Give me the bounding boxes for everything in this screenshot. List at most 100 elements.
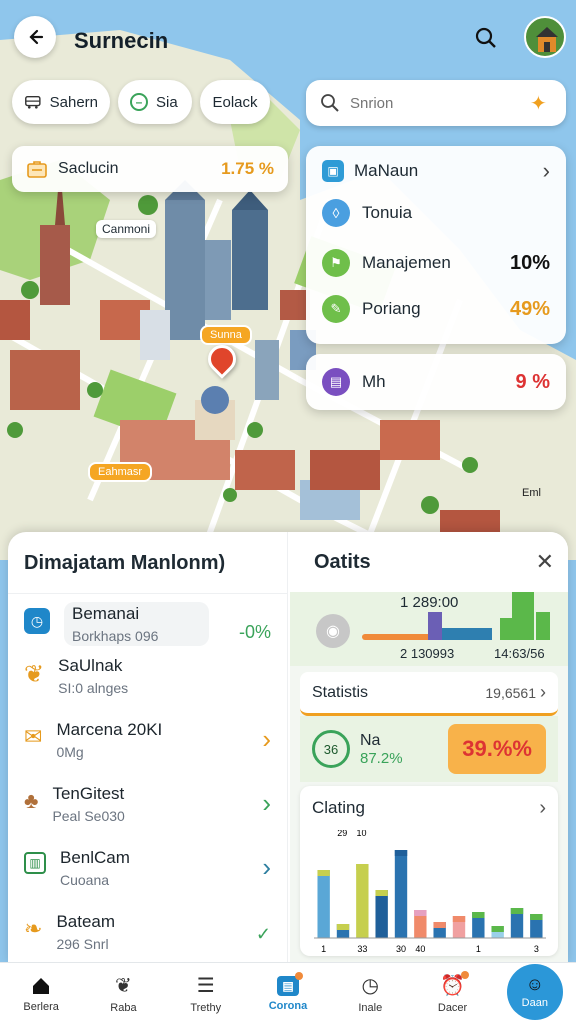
filter-chip-label: Sia	[156, 93, 178, 111]
notification-dot	[461, 971, 469, 979]
stats-panel: Oatits ✕ 1 289:00 ◉ 2 130993 14:63/56 St…	[290, 532, 568, 964]
filter-chip[interactable]: Sahern	[12, 80, 110, 124]
tree-icon: ♣	[24, 788, 39, 813]
close-icon[interactable]: ✕	[536, 549, 554, 575]
nav-item-inale[interactable]: ◷ Inale	[329, 963, 411, 1024]
bar-chart-card[interactable]: Clating › 29 10 1 33 30 40 1 3	[300, 786, 558, 956]
search-icon	[475, 27, 496, 48]
bus-icon	[25, 96, 41, 109]
mini-chart-bar	[500, 618, 512, 640]
chart-bar[interactable]	[356, 864, 369, 938]
legend-panel[interactable]: ▣ MaNaun › ◊ Tonuia ⚑ Manajemen 10% ✎ Po…	[306, 146, 566, 344]
map-corner-label: Eml	[522, 487, 541, 499]
nav-item-corona[interactable]: ▤ Corona	[247, 963, 329, 1024]
nav-item-raba[interactable]: ❦ Raba	[82, 963, 164, 1024]
legend-item[interactable]: ✎ Poriang 49%	[322, 286, 550, 332]
map-poi-label[interactable]: Eahmasr	[88, 462, 153, 482]
chart-bar[interactable]	[317, 870, 330, 938]
chart-bar[interactable]	[394, 850, 408, 938]
nav-label: Trethy	[190, 1002, 222, 1014]
chart-tick-label: 40	[415, 944, 425, 954]
clock-icon: ◷	[24, 608, 50, 634]
chart-bar-cap	[317, 870, 330, 876]
legend-item[interactable]: ◊ Tonuia	[322, 186, 550, 240]
nav-item-home[interactable]: Berlera	[0, 963, 82, 1024]
legend-item[interactable]: ⚑ Manajemen 10%	[322, 240, 550, 286]
page-title: Surnecin	[74, 28, 169, 53]
mini-chart-left-label: 2 130993	[400, 646, 455, 661]
filter-chip[interactable]: – Sia	[118, 80, 192, 124]
stat-card-label: Saclucin	[58, 160, 119, 177]
chevron-right-icon[interactable]: ›	[262, 852, 271, 883]
mini-chart-top-label: 1 289:00	[400, 594, 459, 611]
briefcase-icon	[27, 161, 47, 178]
list-item[interactable]: ♣ TenGitest Peal Se030 ›	[8, 784, 287, 848]
map-poi-label[interactable]: Canmoni	[96, 220, 157, 238]
chart-bar-cap	[356, 864, 369, 870]
stat-card[interactable]: Saclucin 1.75 %	[12, 146, 288, 192]
drop-icon: ◊	[322, 199, 350, 227]
flag-icon: ⚑	[322, 249, 350, 277]
leaf-icon: ❦	[115, 975, 132, 997]
chart-tick-label: 1	[321, 944, 326, 954]
search-field[interactable]: ✦	[306, 80, 566, 126]
bag-icon: ▤	[276, 971, 303, 996]
list-item[interactable]: ❦ SaUlnak SI:0 alnges	[8, 656, 287, 720]
na-value: 87.2%	[360, 749, 403, 767]
chart-bar-cap	[510, 908, 524, 914]
list-item[interactable]: ✉ Marcena 20KI 0Mg ›	[8, 720, 287, 784]
chart-small-label: 10	[357, 830, 367, 838]
filter-chip[interactable]: Eolack	[200, 80, 270, 124]
minus-circle-icon: –	[130, 93, 148, 111]
filter-chip-label: Eolack	[212, 93, 258, 111]
statistics-label: Statistis	[312, 683, 369, 701]
back-button[interactable]	[14, 16, 56, 58]
image-icon: ▤	[322, 368, 350, 396]
nav-label: Corona	[268, 999, 308, 1012]
list-icon: ☰	[196, 975, 215, 997]
bar-chart: 29 10 1 33 30 40 1 3	[314, 828, 546, 954]
stats-panel-title: Oatits	[314, 550, 371, 573]
chart-bar-cap	[433, 922, 446, 928]
avatar[interactable]	[524, 16, 566, 58]
chevron-right-icon[interactable]: ›	[540, 682, 546, 703]
na-row[interactable]: 36 Na 87.2% 39.%%	[300, 716, 558, 782]
mh-card[interactable]: ▤ Mh 9 %	[306, 354, 566, 410]
chevron-right-icon[interactable]: ›	[262, 788, 271, 819]
search-button[interactable]	[470, 22, 502, 54]
list-item-subtitle: Peal Se030	[52, 808, 125, 824]
chevron-right-icon[interactable]: ›	[262, 724, 271, 755]
nav-label: Berlera	[23, 1000, 59, 1013]
chart-bar-cap	[472, 912, 485, 918]
na-label: Na	[360, 731, 381, 749]
list-item[interactable]: ◷ Bemanai Borkhaps 096 -0%	[8, 594, 287, 656]
list-item-subtitle: SI:0 alnges	[58, 680, 129, 696]
nav-item-profile[interactable]: ☺ Daan	[494, 963, 576, 1024]
statistics-row[interactable]: Statistis 19,6561 ›	[300, 672, 558, 716]
chevron-right-icon[interactable]: ›	[543, 158, 550, 184]
list-item[interactable]: ❧ Bateam 296 Snrl ✓	[8, 912, 287, 964]
list-item-title: BenlCam	[60, 848, 130, 867]
clock-icon: ◷	[361, 975, 379, 997]
mail-icon: ✉	[24, 724, 43, 749]
chart-bar-cap	[452, 916, 466, 922]
big-value-badge: 39.%%	[448, 724, 546, 774]
chart-bar-cap	[375, 890, 388, 896]
list-item[interactable]: ▥ BenlCam Cuoana ›	[8, 848, 287, 912]
chart-bar-cap	[414, 910, 427, 916]
mini-chart[interactable]: 1 289:00 ◉ 2 130993 14:63/56	[290, 592, 568, 666]
search-input[interactable]	[350, 94, 520, 112]
chart-bar[interactable]	[375, 890, 388, 938]
nav-item-dacer[interactable]: ⏰ Dacer	[411, 963, 493, 1024]
stat-card-value: 1.75 %	[221, 159, 274, 178]
sparkle-icon[interactable]: ✦	[530, 91, 547, 116]
bottom-sheet[interactable]: Dimajatam Manlonm) ◷ Bemanai Borkhaps 09…	[8, 532, 568, 964]
chevron-right-icon[interactable]: ›	[539, 797, 546, 820]
list-item-title: Bateam	[56, 912, 116, 931]
chart-bar-cap	[336, 924, 350, 930]
mini-chart-right-label: 14:63/56	[494, 646, 545, 661]
nav-item-trethy[interactable]: ☰ Trethy	[165, 963, 247, 1024]
legend-panel-title: MaNaun	[354, 161, 419, 180]
map-poi-label[interactable]: Sunna	[200, 325, 252, 345]
chart-tick-label: 30	[396, 944, 406, 954]
